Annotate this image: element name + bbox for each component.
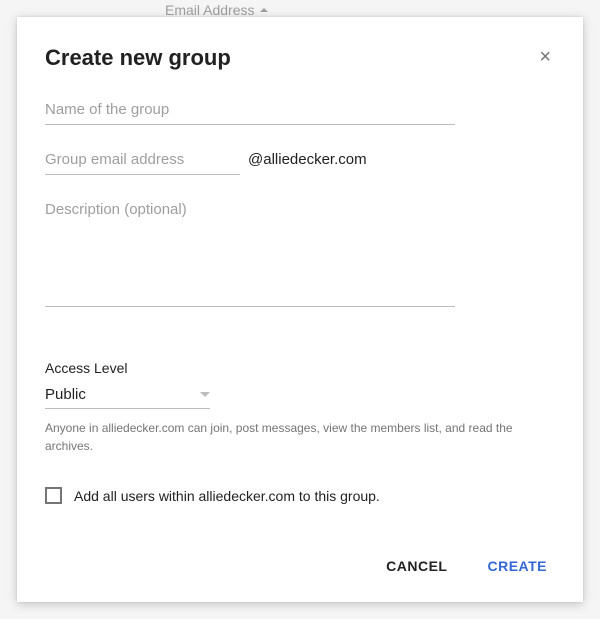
create-button[interactable]: CREATE xyxy=(479,550,555,582)
access-level-value: Public xyxy=(45,386,86,403)
access-level-section: Access Level Public Anyone in alliedecke… xyxy=(45,360,555,455)
description-input[interactable] xyxy=(45,195,455,307)
group-email-input[interactable] xyxy=(45,145,240,175)
background-sort-header: Email Address xyxy=(165,2,268,18)
chevron-down-icon xyxy=(200,392,210,397)
access-level-label: Access Level xyxy=(45,360,555,376)
close-icon: × xyxy=(539,46,551,68)
group-email-field: @alliedecker.com xyxy=(45,145,555,175)
dialog-header: Create new group × xyxy=(45,45,555,71)
dialog-footer: CANCEL CREATE xyxy=(45,530,555,582)
access-level-description: Anyone in alliedecker.com can join, post… xyxy=(45,419,555,455)
cancel-button[interactable]: CANCEL xyxy=(378,550,455,582)
add-all-users-label: Add all users within alliedecker.com to … xyxy=(74,488,380,504)
sort-arrow-up-icon xyxy=(260,8,268,12)
create-group-dialog: Create new group × @alliedecker.com Acce… xyxy=(17,17,583,602)
sort-label: Email Address xyxy=(165,2,254,18)
description-field xyxy=(45,195,555,312)
group-name-input[interactable] xyxy=(45,95,455,125)
dialog-title: Create new group xyxy=(45,45,231,71)
email-domain-suffix: @alliedecker.com xyxy=(248,151,367,175)
add-all-users-checkbox[interactable] xyxy=(45,487,62,504)
close-button[interactable]: × xyxy=(535,45,555,69)
access-level-select[interactable]: Public xyxy=(45,386,210,409)
group-name-field xyxy=(45,95,455,125)
add-all-users-row: Add all users within alliedecker.com to … xyxy=(45,487,555,504)
